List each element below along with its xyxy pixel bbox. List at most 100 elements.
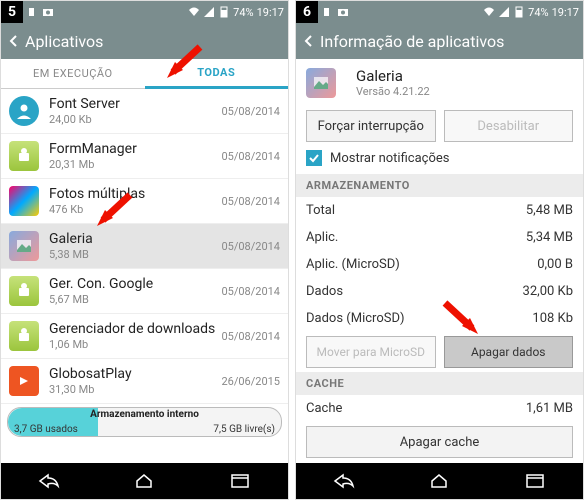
gallery-icon (9, 231, 39, 261)
app-info-version: Versão 4.21.22 (356, 85, 430, 98)
app-name: FormManager (49, 141, 221, 158)
kv-key: Dados (306, 284, 343, 299)
list-item-galeria[interactable]: Galeria5,38 MB 05/08/2014 (1, 224, 288, 269)
android-icon (9, 321, 39, 351)
app-date: 05/08/2014 (221, 195, 280, 208)
checkmark-icon (306, 150, 322, 166)
storage-row: Total 5,48 MB (296, 197, 583, 224)
list-item[interactable]: GlobosatPlay31,30 Mb 26/06/2015 (1, 359, 288, 404)
phone-screenshot-5: 5 74% 19:17 Aplicativos EM EXECUÇÃO TODA… (0, 0, 289, 500)
app-size: 5,67 MB (49, 293, 221, 306)
app-name: Ger. Con. Google (49, 276, 221, 293)
storage-row: Aplic.5,34 MB (296, 224, 583, 251)
app-name: Galeria (49, 231, 221, 248)
nav-home[interactable] (124, 469, 164, 493)
force-stop-button[interactable]: Forçar interrupção (306, 110, 436, 142)
app-info-header: Galeria Versão 4.21.22 (296, 59, 583, 106)
app-size: 1,06 Mb (49, 338, 221, 351)
kv-key: Cache (306, 401, 342, 416)
list-item[interactable]: Gerenciador de downloads1,06 Mb 05/08/20… (1, 314, 288, 359)
wifi-icon (483, 6, 495, 18)
kv-value: 0,00 B (537, 257, 573, 272)
disable-button: Desabilitar (444, 110, 574, 142)
app-date: 05/08/2014 (221, 240, 280, 253)
back-icon[interactable] (302, 34, 316, 48)
annotation-arrow-icon (165, 42, 205, 82)
app-date: 26/06/2015 (221, 375, 280, 388)
app-name: Gerenciador de downloads (49, 321, 221, 338)
storage-free: 7,5 GB livre(s) (213, 424, 275, 435)
app-date: 05/08/2014 (221, 330, 280, 343)
gallery-icon (306, 68, 336, 98)
nav-home[interactable] (419, 469, 459, 493)
app-name: GlobosatPlay (49, 366, 221, 383)
app-date: 05/08/2014 (221, 285, 280, 298)
wifi-icon (188, 6, 200, 18)
action-bar[interactable]: Aplicativos (1, 23, 288, 59)
photos-icon (9, 186, 39, 216)
checkbox-label: Mostrar notificações (330, 151, 450, 166)
action-bar-title: Aplicativos (25, 32, 103, 51)
clock: 19:17 (257, 6, 284, 19)
step-badge: 6 (296, 1, 318, 23)
kv-value: 32,00 Kb (523, 284, 573, 299)
kv-value: 1,61 MB (526, 401, 573, 416)
back-icon[interactable] (7, 34, 21, 48)
app-name: Font Server (49, 96, 221, 113)
clock: 19:17 (552, 6, 579, 19)
app-date: 05/08/2014 (221, 105, 280, 118)
nav-bar (296, 463, 583, 499)
app-size: 24,00 Kb (49, 113, 221, 126)
android-icon (9, 276, 39, 306)
app-list: Font Server24,00 Kb 05/08/2014 FormManag… (1, 89, 288, 404)
move-to-sd-button: Mover para MicroSD (306, 336, 436, 368)
tab-running[interactable]: EM EXECUÇÃO (1, 59, 145, 88)
nav-recent[interactable] (515, 469, 555, 493)
status-bar: 74% 19:17 (1, 1, 288, 23)
app-size: 476 Kb (49, 203, 221, 216)
status-bar: 74% 19:17 (296, 1, 583, 23)
list-item[interactable]: Fotos múltiplas476 Kb 05/08/2014 (1, 179, 288, 224)
clear-data-button[interactable]: Apagar dados (444, 336, 574, 368)
app-info-scroll[interactable]: Galeria Versão 4.21.22 Forçar interrupçã… (296, 59, 583, 463)
kv-key: Dados (MicroSD) (306, 311, 405, 326)
app-list-scroll[interactable]: Font Server24,00 Kb 05/08/2014 FormManag… (1, 89, 288, 463)
android-icon (9, 141, 39, 171)
list-item[interactable]: Font Server24,00 Kb 05/08/2014 (1, 89, 288, 134)
show-notifications-checkbox[interactable]: Mostrar notificações (296, 146, 583, 174)
action-bar-title: Informação de aplicativos (320, 32, 504, 51)
camera-icon (337, 6, 349, 18)
nav-back[interactable] (29, 469, 69, 493)
kv-value: 108 Kb (532, 311, 573, 326)
storage-row: Aplic. (MicroSD) 0,00 B (296, 251, 583, 278)
storage-used: 3,7 GB usados (14, 424, 78, 435)
kv-key: Aplic. (306, 230, 338, 245)
nav-back[interactable] (324, 469, 364, 493)
clear-cache-button[interactable]: Apagar cache (306, 426, 573, 458)
kv-key: Total (306, 203, 335, 218)
section-cache: CACHE (296, 372, 583, 395)
app-size: 20,31 Mb (49, 158, 221, 171)
annotation-arrow-icon (95, 190, 135, 230)
battery-percent: 74% (528, 6, 548, 19)
action-bar[interactable]: Informação de aplicativos (296, 23, 583, 59)
battery-percent: 74% (233, 6, 253, 19)
app-icon (9, 96, 39, 126)
usb-icon (27, 6, 39, 18)
kv-key: Aplic. (MicroSD) (306, 257, 400, 272)
nav-recent[interactable] (220, 469, 260, 493)
camera-icon (42, 6, 54, 18)
app-size: 31,30 Mb (49, 383, 221, 396)
section-storage: ARMAZENAMENTO (296, 174, 583, 197)
battery-icon (513, 6, 525, 18)
kv-value: 5,48 MB (526, 203, 573, 218)
storage-summary: Armazenamento interno 3,7 GB usados 7,5 … (7, 407, 282, 437)
tab-bar: EM EXECUÇÃO TODAS (1, 59, 288, 89)
battery-icon (218, 6, 230, 18)
list-item[interactable]: Ger. Con. Google5,67 MB 05/08/2014 (1, 269, 288, 314)
annotation-arrow-icon (440, 298, 480, 338)
signal-icon (203, 6, 215, 18)
phone-screenshot-6: 6 74% 19:17 Informação de aplicativos Ga… (295, 0, 584, 500)
signal-icon (498, 6, 510, 18)
list-item[interactable]: FormManager20,31 Mb 05/08/2014 (1, 134, 288, 179)
